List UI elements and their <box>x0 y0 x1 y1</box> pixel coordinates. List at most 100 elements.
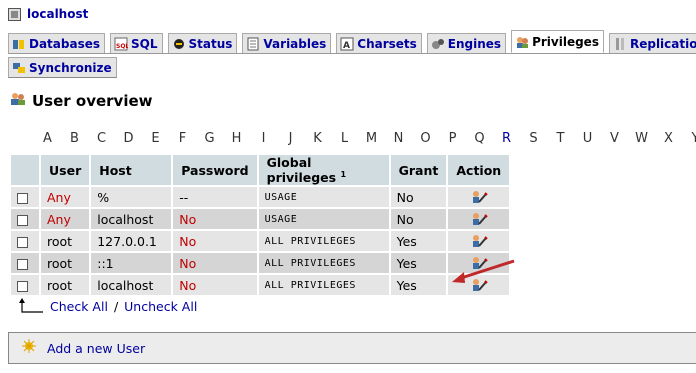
add-user-box: Add a new User <box>8 332 696 364</box>
initial-w: W <box>635 131 648 146</box>
edit-privileges-icon[interactable] <box>470 189 488 205</box>
grant-cell: Yes <box>390 231 447 252</box>
footnote-marker: 1 <box>340 170 347 179</box>
initial-u: U <box>582 131 593 146</box>
initial-k: K <box>313 131 322 146</box>
initial-r[interactable]: R <box>493 131 520 146</box>
tab-label: Privileges <box>532 34 599 49</box>
password-cell: No <box>173 231 257 252</box>
select-cell <box>11 275 39 296</box>
tab-synchronize[interactable]: Synchronize <box>8 57 117 78</box>
host-cell: localhost <box>91 209 172 230</box>
select-arrow-icon <box>18 297 44 315</box>
initial-i: I <box>261 131 266 146</box>
tab-label: Databases <box>29 36 101 51</box>
tab-divider <box>8 53 696 54</box>
server-breadcrumb: localhost <box>8 6 88 22</box>
grant-cell: No <box>390 187 447 208</box>
table-row: Any% -- USAGE No <box>11 187 510 208</box>
uncheck-all-link[interactable]: Uncheck All <box>124 299 197 314</box>
header-grant: Grant <box>390 155 447 186</box>
grant-cell: Yes <box>390 275 447 296</box>
initial-v: V <box>610 131 619 146</box>
initial-j: J <box>288 131 293 146</box>
tab-label: Replication <box>629 36 696 51</box>
row-checkbox[interactable] <box>17 214 28 226</box>
svg-text:A: A <box>343 41 350 51</box>
tab-label: Synchronize <box>29 60 112 75</box>
initial-e: E <box>151 131 160 146</box>
action-cell <box>448 231 510 252</box>
host-cell: localhost <box>91 275 172 296</box>
header-global-privileges-label: Global privileges <box>266 155 337 186</box>
password-cell: No <box>173 275 257 296</box>
initial-h: H <box>231 131 242 146</box>
initial-f: F <box>178 131 187 146</box>
page-title-text: User overview <box>32 92 153 110</box>
row-checkbox[interactable] <box>17 258 28 270</box>
user-cell: root <box>41 253 90 274</box>
tab-replication[interactable]: Replication <box>608 33 696 54</box>
initial-c: C <box>96 131 107 146</box>
user-cell: root <box>41 275 90 296</box>
add-user-icon <box>21 338 39 358</box>
tab-label: Engines <box>447 36 502 51</box>
host-cell: 127.0.0.1 <box>91 231 172 252</box>
charsets-icon: A <box>340 37 354 51</box>
initial-m: M <box>365 131 378 146</box>
row-checkbox[interactable] <box>17 192 28 204</box>
header-password: Password <box>173 155 257 186</box>
row-checkbox[interactable] <box>17 236 28 248</box>
user-cell: Any <box>41 209 90 230</box>
tab-databases[interactable]: Databases <box>8 33 106 54</box>
tab-variables[interactable]: Variables <box>242 33 332 54</box>
tab-charsets[interactable]: A Charsets <box>336 33 422 54</box>
tab-status[interactable]: Status <box>167 33 238 54</box>
table-row: root 127.0.0.1 No ALL PRIVILEGES Yes <box>11 231 510 252</box>
server-link[interactable]: localhost <box>27 7 88 21</box>
red-arrow-annotation <box>452 259 515 283</box>
tab-privileges[interactable]: Privileges <box>511 30 604 53</box>
password-cell: No <box>173 209 257 230</box>
tab-sql[interactable]: SQL SQL <box>110 33 163 54</box>
initial-s: S <box>529 131 538 146</box>
initial-x: X <box>664 131 673 146</box>
grant-cell: No <box>390 209 447 230</box>
tabs-row-2: Synchronize <box>8 57 117 78</box>
initial-p: P <box>448 131 457 146</box>
host-cell: ::1 <box>91 253 172 274</box>
row-checkbox[interactable] <box>17 280 28 292</box>
tab-label: Status <box>188 36 233 51</box>
edit-privileges-icon[interactable] <box>470 211 488 227</box>
tab-engines[interactable]: Engines <box>426 33 507 54</box>
password-cell: -- <box>173 187 257 208</box>
page-title: User overview <box>10 92 153 110</box>
initial-y: Y <box>691 131 696 146</box>
check-all-bar: Check All / Uncheck All <box>18 297 197 315</box>
sql-icon: SQL <box>114 37 128 51</box>
header-host: Host <box>91 155 172 186</box>
replication-icon <box>613 37 627 51</box>
databases-icon <box>12 37 26 51</box>
engines-icon <box>431 37 445 51</box>
user-cell: Any <box>41 187 90 208</box>
check-all-link[interactable]: Check All <box>50 299 108 314</box>
check-all-separator: / <box>113 298 119 314</box>
header-user: User <box>41 155 90 186</box>
tab-label: SQL <box>131 36 158 51</box>
user-cell: root <box>41 231 90 252</box>
add-user-link[interactable]: Add a new User <box>47 341 145 356</box>
table-row: Any localhost No USAGE No <box>11 209 510 230</box>
select-cell <box>11 253 39 274</box>
tab-label: Charsets <box>357 36 417 51</box>
table-row: root localhost No ALL PRIVILEGES Yes <box>11 275 510 296</box>
global-privileges-cell: ALL PRIVILEGES <box>258 231 389 252</box>
header-action: Action <box>448 155 510 186</box>
edit-privileges-icon[interactable] <box>470 233 488 249</box>
initial-b: B <box>70 131 79 146</box>
table-row: root::1 No ALL PRIVILEGES Yes <box>11 253 510 274</box>
initial-a: A <box>43 131 52 146</box>
initial-t: T <box>556 131 565 146</box>
select-cell <box>11 209 39 230</box>
action-cell <box>448 209 510 230</box>
